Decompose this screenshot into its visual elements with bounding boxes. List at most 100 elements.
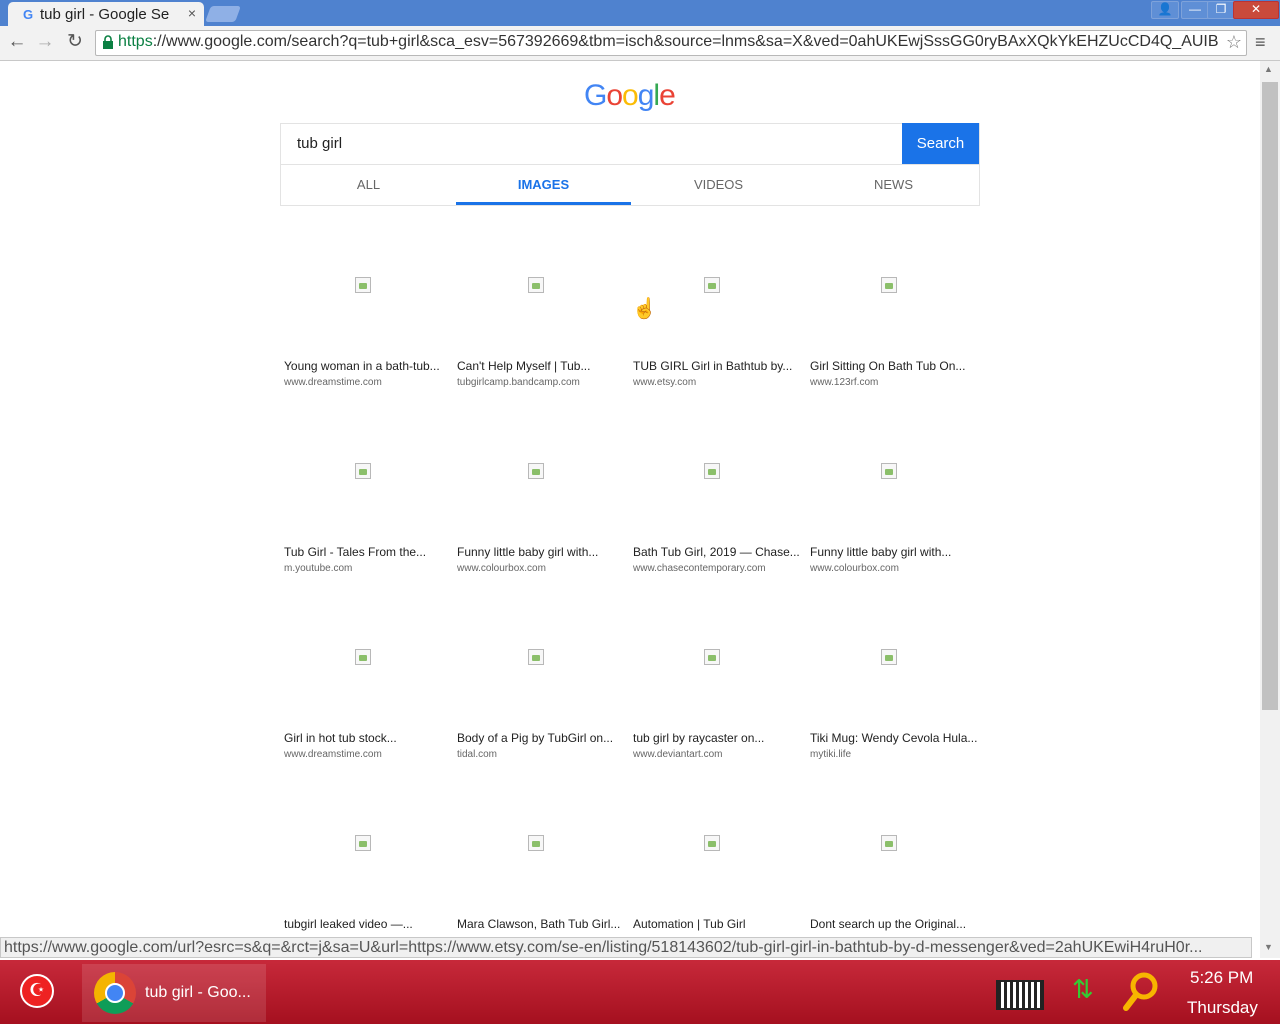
result-caption[interactable]: Tiki Mug: Wendy Cevola Hula... (810, 731, 977, 745)
maximize-button[interactable]: ❐ (1207, 1, 1235, 19)
result-caption[interactable]: Funny little baby girl with... (457, 545, 598, 559)
image-result[interactable]: Automation | Tub Girl (633, 835, 803, 937)
minimize-button[interactable]: — (1181, 1, 1209, 19)
result-caption[interactable]: Automation | Tub Girl (633, 917, 746, 931)
result-caption[interactable]: Tub Girl - Tales From the... (284, 545, 426, 559)
result-caption[interactable]: TUB GIRL Girl in Bathtub by... (633, 359, 792, 373)
clock-time: 5:26 PM (1190, 968, 1254, 987)
google-logo[interactable]: Google (584, 79, 676, 113)
url-scheme: https (118, 33, 153, 50)
tab-title: tub girl - Google Se (40, 6, 170, 23)
keyboard-icon[interactable] (996, 980, 1044, 1010)
tab-all[interactable]: ALL (281, 165, 456, 205)
tab-close-icon[interactable]: × (188, 5, 196, 21)
logo-letter: o (606, 79, 623, 112)
logo-letter: G (584, 79, 607, 112)
image-result[interactable]: Dont search up the Original... (810, 835, 980, 937)
url-rest: ://www.google.com/search?q=tub+girl&sca_… (152, 33, 1218, 50)
image-result[interactable]: Mara Clawson, Bath Tub Girl... (457, 835, 627, 937)
broken-image-icon[interactable] (704, 277, 720, 293)
tab-news[interactable]: NEWS (806, 165, 981, 205)
scrollbar-thumb[interactable] (1262, 82, 1278, 710)
image-result[interactable]: tubgirl leaked video —... (284, 835, 454, 937)
image-result[interactable]: Young woman in a bath-tub... www.dreamsti… (284, 277, 454, 427)
back-button[interactable]: ← (6, 31, 28, 53)
image-result[interactable]: Tiki Mug: Wendy Cevola Hula... mytiki.lif… (810, 649, 980, 799)
logo-letter: o (622, 79, 639, 112)
tab-images[interactable]: IMAGES (456, 165, 631, 205)
broken-image-icon[interactable] (881, 463, 897, 479)
network-icon[interactable]: ⇅ (1072, 974, 1094, 1005)
status-bar-url: https://www.google.com/url?esrc=s&q=&rct… (0, 937, 1252, 958)
page-content: Google tub girl Search ALL IMAGES VIDEOS NE… (0, 61, 1260, 937)
broken-image-icon[interactable] (704, 463, 720, 479)
result-caption[interactable]: tub girl by raycaster on... (633, 731, 764, 745)
result-caption[interactable]: Funny little baby girl with... (810, 545, 951, 559)
broken-image-icon[interactable] (881, 835, 897, 851)
taskbar-chrome-item[interactable]: tub girl - Goo... (82, 964, 266, 1022)
address-bar[interactable]: https://www.google.com/search?q=tub+girl… (95, 30, 1247, 56)
lock-icon (103, 35, 113, 49)
search-tabs: ALL IMAGES VIDEOS NEWS (280, 165, 980, 206)
reload-button[interactable]: ↻ (64, 31, 86, 53)
result-caption[interactable]: tubgirl leaked video —... (284, 917, 413, 931)
image-result[interactable]: Bath Tub Girl, 2019 — Chase... www.chasec… (633, 463, 803, 613)
search-button[interactable]: Search (902, 123, 979, 164)
google-favicon-icon: G (23, 7, 34, 22)
bookmark-star-icon[interactable]: ☆ (1226, 32, 1242, 53)
browser-menu-icon[interactable]: ≡ (1255, 32, 1266, 53)
broken-image-icon[interactable] (355, 835, 371, 851)
result-source: tidal.com (457, 749, 498, 760)
image-result[interactable]: Body of a Pig by TubGirl on... tidal.com (457, 649, 627, 799)
result-source: www.colourbox.com (810, 563, 899, 574)
result-source: www.etsy.com (633, 377, 697, 388)
taskbar-item-label: tub girl - Goo... (145, 984, 251, 1001)
browser-tab[interactable]: G tub girl - Google Se × (8, 2, 204, 26)
search-input[interactable]: tub girl (280, 123, 980, 165)
image-result[interactable]: Funny little baby girl with... www.colour… (457, 463, 627, 613)
result-caption[interactable]: Body of a Pig by TubGirl on... (457, 731, 613, 745)
broken-image-icon[interactable] (881, 649, 897, 665)
taskbar: ☪ tub girl - Goo... ⇅ 5:26 PM Thursday (0, 960, 1280, 1024)
logo-letter: g (637, 79, 655, 112)
scroll-down-icon[interactable]: ▼ (1264, 942, 1273, 952)
hand-cursor-icon: ☝ (632, 298, 657, 320)
result-caption[interactable]: Girl Sitting On Bath Tub On... (810, 359, 965, 373)
broken-image-icon[interactable] (528, 649, 544, 665)
close-window-button[interactable]: ✕ (1233, 1, 1279, 19)
tab-videos[interactable]: VIDEOS (631, 165, 806, 205)
broken-image-icon[interactable] (528, 277, 544, 293)
image-result[interactable]: tub girl by raycaster on... www.deviantar… (633, 649, 803, 799)
clock-day: Thursday (1187, 998, 1258, 1017)
broken-image-icon[interactable] (704, 835, 720, 851)
chrome-icon (94, 972, 136, 1014)
image-result[interactable]: Girl in hot tub stock... www.dreamstime.c… (284, 649, 454, 799)
result-caption[interactable]: Young woman in a bath-tub... (284, 359, 440, 373)
broken-image-icon[interactable] (528, 463, 544, 479)
image-result[interactable]: Funny little baby girl with... www.colour… (810, 463, 980, 613)
broken-image-icon[interactable] (881, 277, 897, 293)
broken-image-icon[interactable] (355, 463, 371, 479)
broken-image-icon[interactable] (528, 835, 544, 851)
broken-image-icon[interactable] (704, 649, 720, 665)
image-result[interactable]: TUB GIRL Girl in Bathtub by... www.etsy.c… (633, 277, 803, 427)
result-caption[interactable]: Dont search up the Original... (810, 917, 966, 931)
broken-image-icon[interactable] (355, 277, 371, 293)
user-icon[interactable]: 👤 (1151, 1, 1179, 19)
result-source: www.colourbox.com (457, 563, 546, 574)
image-result[interactable]: Tub Girl - Tales From the... m.youtube.co… (284, 463, 454, 613)
search-magnifier-icon[interactable] (1122, 970, 1160, 1012)
result-caption[interactable]: Girl in hot tub stock... (284, 731, 397, 745)
scroll-up-icon[interactable]: ▲ (1264, 64, 1273, 74)
new-tab-button[interactable] (205, 6, 241, 22)
image-result[interactable]: Can't Help Myself | Tub... tubgirlcamp.ba… (457, 277, 627, 427)
start-button[interactable]: ☪ (20, 974, 54, 1008)
result-source: m.youtube.com (284, 563, 353, 574)
forward-button[interactable]: → (34, 31, 56, 53)
result-caption[interactable]: Can't Help Myself | Tub... (457, 359, 590, 373)
result-caption[interactable]: Mara Clawson, Bath Tub Girl... (457, 917, 620, 931)
search-query: tub girl (297, 135, 343, 152)
result-caption[interactable]: Bath Tub Girl, 2019 — Chase... (633, 545, 800, 559)
image-result[interactable]: Girl Sitting On Bath Tub On... www.123rf.… (810, 277, 980, 427)
broken-image-icon[interactable] (355, 649, 371, 665)
